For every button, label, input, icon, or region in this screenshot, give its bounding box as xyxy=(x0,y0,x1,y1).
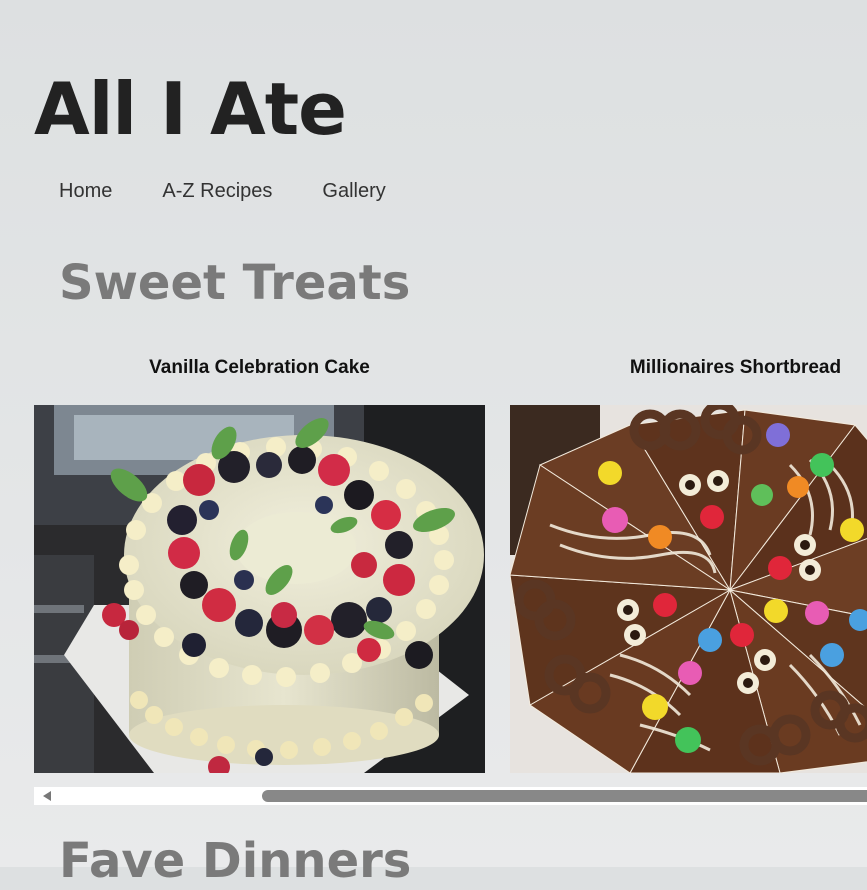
site-title[interactable]: All I Ate xyxy=(34,66,347,152)
shortbread-photo[interactable] xyxy=(510,405,867,773)
scrollbar-thumb[interactable] xyxy=(262,790,867,802)
nav-home[interactable]: Home xyxy=(59,178,112,204)
recipe-carousel[interactable]: Vanilla Celebration Cake Millionaires Sh… xyxy=(34,350,867,780)
recipe-card-vanilla-cake[interactable]: Vanilla Celebration Cake xyxy=(34,350,485,773)
nav-az-recipes[interactable]: A-Z Recipes xyxy=(162,178,272,204)
recipe-card-caption[interactable]: Millionaires Shortbread xyxy=(510,350,867,386)
recipe-card-caption[interactable]: Vanilla Celebration Cake xyxy=(34,350,485,386)
cake-photo[interactable] xyxy=(34,405,485,773)
triangle-left-icon[interactable] xyxy=(43,791,51,801)
section-title-fave-dinners: Fave Dinners xyxy=(59,833,412,889)
nav-gallery[interactable]: Gallery xyxy=(322,178,385,204)
recipe-card-millionaires-shortbread[interactable]: Millionaires Shortbread xyxy=(510,350,867,773)
carousel-scrollbar[interactable] xyxy=(34,787,867,805)
section-title-sweet-treats: Sweet Treats xyxy=(59,255,411,311)
main-nav: Home A-Z Recipes Gallery xyxy=(59,178,386,204)
